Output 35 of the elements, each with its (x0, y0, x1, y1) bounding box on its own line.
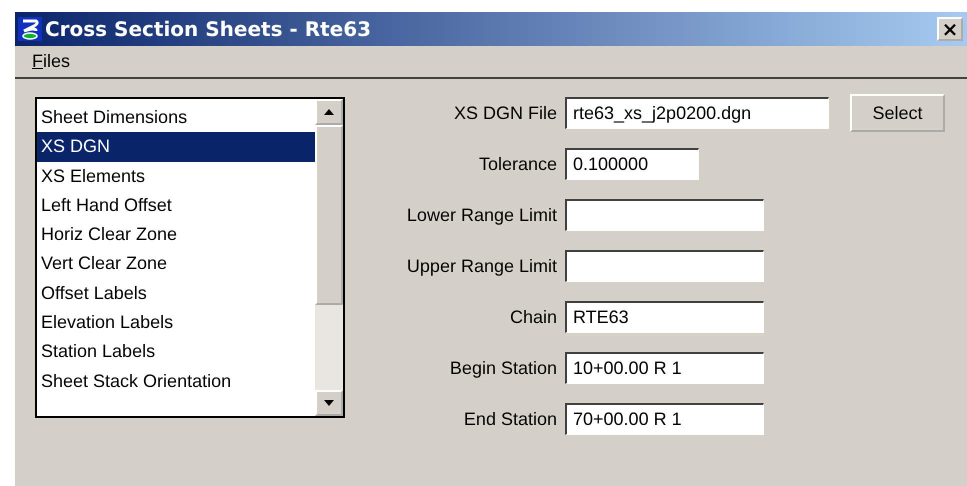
scroll-down-button[interactable] (315, 390, 343, 416)
field-label: Tolerance (478, 154, 558, 174)
input-field[interactable]: RTE63 (565, 301, 764, 333)
list-item[interactable]: Left Hand Offset (37, 190, 315, 220)
input-field[interactable]: 10+00.00 R 1 (565, 352, 764, 384)
list-item[interactable]: Station Labels (37, 337, 315, 367)
field-label: Chain (508, 306, 558, 328)
input-field[interactable]: 70+00.00 R 1 (565, 403, 764, 435)
field-label: Begin Station (448, 358, 558, 378)
list-item[interactable]: Offset Labels (37, 278, 315, 308)
window-title: Cross Section Sheets - Rte63 (45, 17, 372, 41)
select-button[interactable]: Select (850, 94, 945, 132)
list-item[interactable]: XS Elements (37, 162, 315, 191)
down-arrow-icon (324, 400, 334, 406)
scroll-thumb[interactable] (315, 125, 343, 305)
input-field[interactable]: 0.100000 (565, 148, 699, 180)
up-arrow-icon (324, 109, 334, 115)
field-label: Lower Range Limit (406, 204, 558, 226)
list-item[interactable]: Elevation Labels (37, 308, 315, 338)
field-label: Upper Range Limit (406, 256, 558, 276)
list-item[interactable]: Sheet Dimensions (37, 103, 315, 132)
list-item[interactable]: XS DGN (37, 132, 315, 162)
field-label: End Station (462, 408, 558, 430)
scroll-up-button[interactable] (315, 99, 343, 125)
list-item[interactable]: Horiz Clear Zone (37, 220, 315, 250)
menu-item[interactable]: Files (32, 51, 70, 72)
input-field[interactable]: rte63_xs_j2p0200.dgn (565, 97, 829, 129)
list-item[interactable]: Vert Clear Zone (37, 249, 315, 279)
input-field[interactable] (565, 199, 764, 231)
scrollbar[interactable] (315, 99, 343, 416)
field-label: XS DGN File (452, 102, 558, 124)
input-field[interactable] (565, 250, 764, 282)
list-item[interactable]: Sheet Stack Orientation (37, 366, 315, 396)
close-button[interactable]: × (937, 17, 963, 41)
logo-icon (18, 17, 42, 41)
